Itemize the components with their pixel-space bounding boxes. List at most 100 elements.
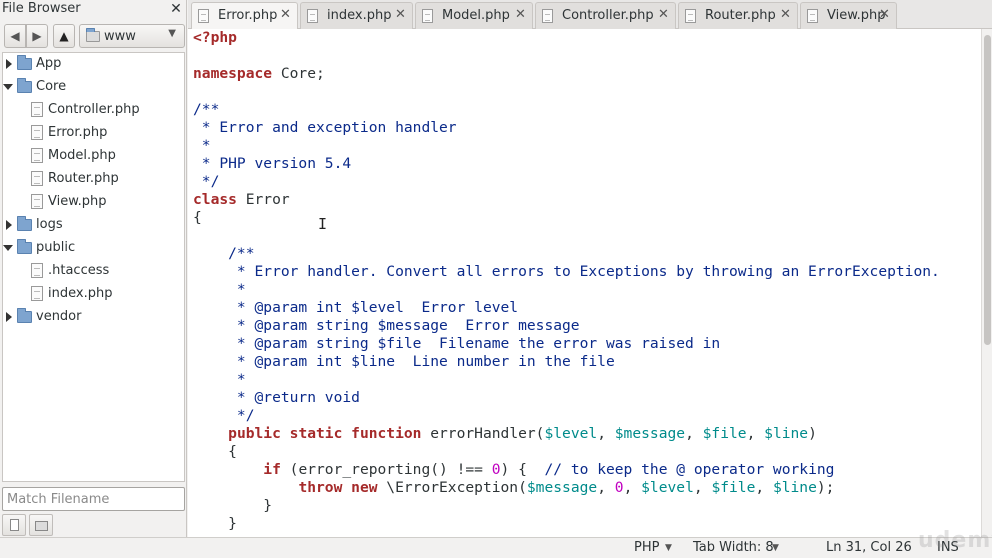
tree-file-item[interactable]: Router.php: [3, 168, 184, 191]
code-token: );: [816, 479, 835, 496]
tree-item-label: Router.php: [48, 171, 119, 186]
code-line: * Error handler. Convert all errors to E…: [193, 263, 940, 281]
tree-item-label: logs: [36, 217, 63, 232]
code-line: {: [193, 443, 940, 461]
tree-file-item[interactable]: .htaccess: [3, 260, 184, 283]
folder-icon: [35, 521, 48, 531]
code-token: $message: [526, 479, 598, 496]
forward-button[interactable]: ▶: [26, 24, 48, 48]
tree-item-label: .htaccess: [48, 263, 110, 278]
tree-folder-item[interactable]: public: [3, 237, 184, 260]
tree-folder-item[interactable]: logs: [3, 214, 184, 237]
code-token: ,: [623, 479, 642, 496]
code-token: ,: [693, 479, 712, 496]
code-token: */: [193, 173, 220, 190]
file-icon: [31, 263, 43, 278]
code-token: Error: [236, 191, 290, 208]
tree-file-item[interactable]: Error.php: [3, 122, 184, 145]
code-token: 0: [491, 461, 501, 478]
document-tab[interactable]: Error.php ✕: [191, 2, 298, 30]
expander-open-icon[interactable]: [3, 245, 13, 251]
expander-closed-icon[interactable]: [6, 59, 12, 69]
document-icon: [10, 519, 19, 531]
code-line: */: [193, 173, 940, 191]
code-token: /**: [193, 245, 255, 262]
file-icon: [31, 125, 43, 140]
code-editor[interactable]: <?php namespace Core; /** * Error and exce…: [188, 29, 981, 537]
tree-file-item[interactable]: index.php: [3, 283, 184, 306]
close-tab-icon[interactable]: ✕: [515, 7, 526, 22]
close-tab-icon[interactable]: ✕: [658, 7, 669, 22]
code-token: *: [193, 137, 211, 154]
expander-closed-icon[interactable]: [6, 220, 12, 230]
code-token: }: [193, 515, 237, 532]
code-line: public static function errorHandler($lev…: [193, 425, 940, 443]
tab-label: Controller.php: [562, 8, 654, 23]
tree-folder-item[interactable]: App: [3, 53, 184, 76]
tree-folder-item[interactable]: vendor: [3, 306, 184, 329]
tree-file-item[interactable]: Model.php: [3, 145, 184, 168]
code-content: <?php namespace Core; /** * Error and exce…: [193, 29, 940, 533]
close-tab-icon[interactable]: ✕: [395, 7, 406, 22]
up-button[interactable]: ▲: [53, 24, 75, 48]
file-browser-panel-button[interactable]: [29, 514, 53, 536]
code-line: * @param int $line Line number in the fi…: [193, 353, 940, 371]
tree-item-label: Model.php: [48, 148, 116, 163]
documents-panel-button[interactable]: [2, 514, 26, 536]
tree-item-label: index.php: [48, 286, 113, 301]
back-button[interactable]: ◀: [4, 24, 26, 48]
document-tab[interactable]: index.php ✕: [300, 2, 413, 29]
code-token: $level: [544, 425, 598, 442]
code-line: *: [193, 281, 940, 299]
code-token: (error_reporting() !==: [280, 461, 492, 478]
tree-file-item[interactable]: Controller.php: [3, 99, 184, 122]
panel-switcher: [2, 513, 185, 537]
document-tab[interactable]: Router.php ✕: [678, 2, 798, 29]
language-selector[interactable]: PHP: [634, 540, 659, 555]
close-tab-icon[interactable]: ✕: [280, 7, 291, 22]
filename-filter-input[interactable]: [3, 488, 184, 510]
code-token: \ErrorException(: [377, 479, 527, 496]
close-tab-icon[interactable]: ✕: [780, 7, 791, 22]
code-line: * @return void: [193, 389, 940, 407]
code-line: *: [193, 371, 940, 389]
tab-width-selector[interactable]: Tab Width: 8: [693, 540, 774, 555]
file-tree: App Core Controller.php Error.php Model.php R…: [2, 52, 185, 482]
location-dropdown[interactable]: www ▼: [79, 24, 185, 48]
code-line: * @param int $level Error level: [193, 299, 940, 317]
code-token: class: [193, 191, 237, 208]
close-icon[interactable]: ✕: [168, 1, 184, 17]
code-token: <?php: [193, 29, 237, 46]
close-tab-icon[interactable]: ✕: [879, 7, 890, 22]
document-tabs: Error.php ✕ index.php ✕ Model.php ✕ Controller…: [188, 0, 992, 30]
tree-item-label: App: [36, 56, 62, 71]
document-tab[interactable]: View.php ✕: [800, 2, 897, 29]
scrollbar-thumb[interactable]: [984, 35, 991, 345]
expander-open-icon[interactable]: [3, 84, 13, 90]
document-tab[interactable]: Controller.php ✕: [535, 2, 676, 29]
document-tab[interactable]: Model.php ✕: [415, 2, 533, 29]
file-icon: [31, 171, 43, 186]
tree-file-item[interactable]: View.php: [3, 191, 184, 214]
folder-icon: [17, 55, 32, 70]
code-line: namespace Core;: [193, 65, 940, 83]
code-token: if: [263, 461, 281, 478]
panel-title: File Browser: [2, 1, 81, 16]
code-token: *: [193, 281, 246, 298]
file-icon: [807, 9, 818, 23]
code-token: */: [193, 407, 255, 424]
file-icon: [31, 194, 43, 209]
code-token: ,: [685, 425, 703, 442]
tree-folder-item[interactable]: Core: [3, 76, 184, 99]
code-line: }: [193, 515, 940, 533]
code-token: ,: [746, 425, 765, 442]
vertical-scrollbar[interactable]: [981, 29, 992, 537]
code-token: {: [193, 443, 237, 460]
code-line: * @param string $message Error message: [193, 317, 940, 335]
filter-box: [2, 487, 185, 511]
code-token: namespace: [193, 65, 273, 82]
expander-closed-icon[interactable]: [6, 312, 12, 322]
code-token: $line: [764, 425, 809, 442]
